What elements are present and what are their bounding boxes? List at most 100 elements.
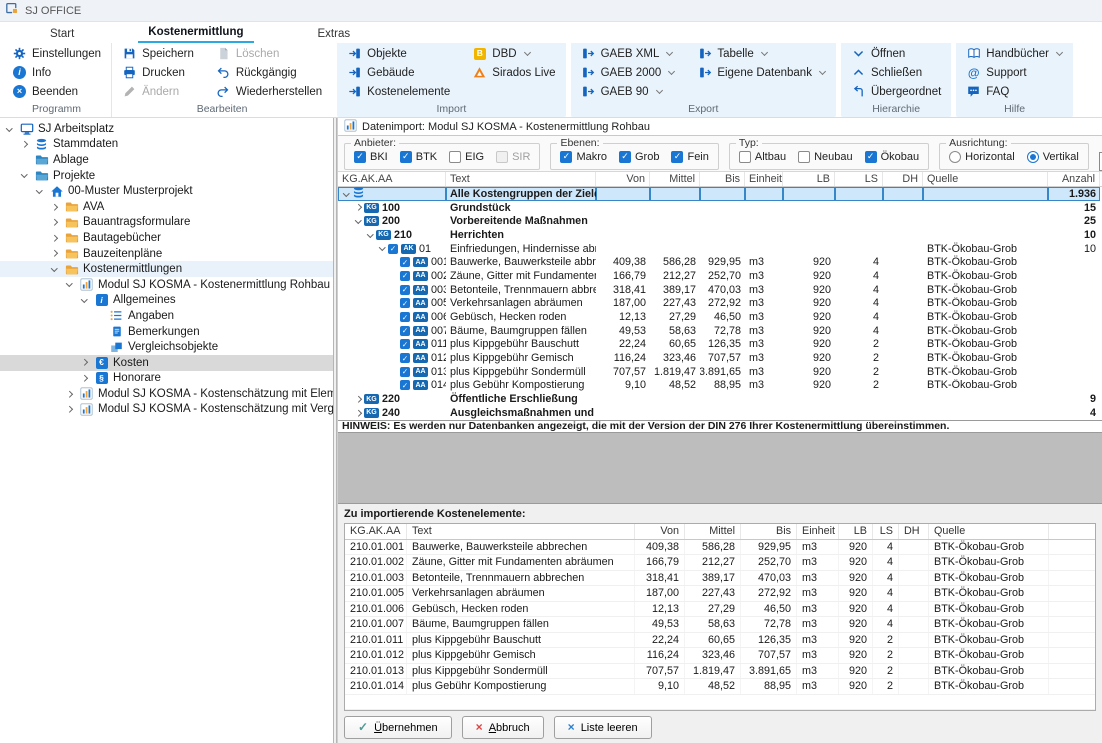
chevron-right-icon[interactable]	[49, 236, 60, 241]
import-table-row[interactable]: 210.01.002Zäune, Gitter mit Fundamenten …	[345, 555, 1095, 571]
ribbon-item-tabelle[interactable]: Tabelle	[691, 44, 832, 63]
column-header-von[interactable]: Von	[635, 524, 685, 539]
ribbon-item-eigene-datenbank[interactable]: Eigene Datenbank	[691, 63, 832, 82]
row-checkbox[interactable]	[400, 271, 410, 281]
table-row[interactable]: AA005Verkehrsanlagen abräumen187,00227,4…	[338, 297, 1102, 311]
checkbox-grob[interactable]: Grob	[619, 151, 659, 163]
ribbon-item-schlie-en[interactable]: Schließen	[845, 63, 947, 82]
tab-kostenermittlung[interactable]: Kostenermittlung	[138, 24, 253, 43]
row-checkbox[interactable]	[400, 312, 410, 322]
column-header-bis[interactable]: Bis	[700, 172, 745, 186]
chevron-right-icon[interactable]	[49, 205, 60, 210]
ribbon-item-support[interactable]: @Support	[960, 63, 1069, 82]
column-header-lb[interactable]: LB	[839, 524, 873, 539]
checkbox-btk[interactable]: BTK	[400, 151, 437, 163]
radio-button[interactable]	[949, 151, 961, 163]
chevron-right-icon[interactable]	[19, 142, 30, 147]
import-table-row[interactable]: 210.01.003Betonteile, Trennmauern abbrec…	[345, 571, 1095, 587]
checkbox-neubau[interactable]: Neubau	[798, 151, 853, 163]
table-row[interactable]: KG240Ausgleichsmaßnahmen und -abgaben4	[338, 406, 1102, 420]
table-row[interactable]: AA003Betonteile, Trennmauern abbrechen31…	[338, 283, 1102, 297]
checkbox-box[interactable]	[865, 151, 877, 163]
column-header-text[interactable]: Text	[446, 172, 596, 186]
table-row[interactable]: KG100Grundstück15	[338, 201, 1102, 215]
ribbon-item-kostenelemente[interactable]: Kostenelemente	[341, 82, 456, 101]
column-header-lb[interactable]: LB	[783, 172, 835, 186]
import-table-row[interactable]: 210.01.011plus Kippgebühr Bauschutt22,24…	[345, 633, 1095, 649]
tree-item-00-muster-musterprojekt[interactable]: 00-Muster Musterprojekt	[0, 183, 333, 199]
radio-button[interactable]	[1027, 151, 1039, 163]
ribbon-item-handb-cher[interactable]: Handbücher	[960, 44, 1069, 63]
tree-item-allgemeines[interactable]: iAllgemeines	[0, 293, 333, 309]
ribbon-item-sirados-live[interactable]: Sirados Live	[466, 63, 561, 82]
row-checkbox[interactable]	[400, 339, 410, 349]
ribbon-item-beenden[interactable]: ×Beenden	[6, 82, 107, 101]
table-row[interactable]: AA013plus Kippgebühr Sondermüll707,571.8…	[338, 365, 1102, 379]
tree-item-projekte[interactable]: Projekte	[0, 168, 333, 184]
tree-item-modul-sj-kosma-kostensch-tzung-mit-elementen[interactable]: Modul SJ KOSMA - Kostenschätzung mit Ele…	[0, 386, 333, 402]
import-table-row[interactable]: 210.01.001Bauwerke, Bauwerksteile abbrec…	[345, 540, 1095, 556]
column-header-mittel[interactable]: Mittel	[685, 524, 741, 539]
tab-start[interactable]: Start	[40, 26, 84, 43]
ribbon-item-wiederherstellen[interactable]: Wiederherstellen	[210, 82, 328, 101]
ribbon-item-drucken[interactable]: Drucken	[116, 63, 200, 82]
ribbon-item-gaeb-2000[interactable]: GAEB 2000	[575, 63, 682, 82]
table-row[interactable]: KG200Vorbereitende Maßnahmen25	[338, 214, 1102, 228]
ribbon-item-bergeordnet[interactable]: Übergeordnet	[845, 82, 947, 101]
column-header-anzahl[interactable]: Anzahl	[1048, 172, 1100, 186]
table-row[interactable]: KG220Öffentliche Erschließung9	[338, 392, 1102, 406]
ribbon-item-r-ckg-ngig[interactable]: Rückgängig	[210, 63, 328, 82]
column-header-von[interactable]: Von	[596, 172, 650, 186]
ribbon-item-objekte[interactable]: Objekte	[341, 44, 456, 63]
row-checkbox[interactable]	[400, 257, 410, 267]
checkbox-bki[interactable]: BKI	[354, 151, 388, 163]
chevron-down-icon[interactable]	[4, 128, 15, 131]
import-table-row[interactable]: 210.01.012plus Kippgebühr Gemisch116,243…	[345, 648, 1095, 664]
row-checkbox[interactable]	[400, 380, 410, 390]
import-table-row[interactable]: 210.01.005Verkehrsanlagen abräumen187,00…	[345, 586, 1095, 602]
checkbox-box[interactable]	[739, 151, 751, 163]
tree-item-sj-arbeitsplatz[interactable]: SJ Arbeitsplatz	[0, 121, 333, 137]
checkbox-box[interactable]	[400, 151, 412, 163]
column-header-einheit[interactable]: Einheit	[745, 172, 783, 186]
chevron-down-icon[interactable]	[79, 299, 90, 302]
ribbon-item-info[interactable]: iInfo	[6, 63, 107, 82]
column-header-text[interactable]: Text	[407, 524, 635, 539]
column-header-kg-ak-aa[interactable]: KG.AK.AA	[338, 172, 446, 186]
tree-item-kosten[interactable]: €Kosten	[0, 355, 333, 371]
table-row[interactable]: AK01Einfriedungen, Hindernisse abräumenB…	[338, 242, 1102, 256]
column-header-quelle[interactable]: Quelle	[923, 172, 1048, 186]
ribbon-item-dbd[interactable]: BDBD	[466, 44, 561, 63]
chevron-right-icon[interactable]	[49, 251, 60, 256]
checkbox-fein[interactable]: Fein	[671, 151, 708, 163]
chevron-down-icon[interactable]	[49, 268, 60, 271]
chevron-down-icon[interactable]	[353, 220, 364, 223]
row-checkbox[interactable]	[400, 285, 410, 295]
table-row[interactable]: AA011plus Kippgebühr Bauschutt22,2460,65…	[338, 338, 1102, 352]
tree-item-angaben[interactable]: Angaben	[0, 308, 333, 324]
tab-extras[interactable]: Extras	[308, 26, 361, 43]
import-table-row[interactable]: 210.01.013plus Kippgebühr Sondermüll707,…	[345, 664, 1095, 680]
tree-item-bemerkungen[interactable]: Bemerkungen	[0, 324, 333, 340]
tree-item-vergleichsobjekte[interactable]: Vergleichsobjekte	[0, 339, 333, 355]
checkbox-box[interactable]	[560, 151, 572, 163]
chevron-down-icon[interactable]	[365, 234, 376, 237]
column-header-quelle[interactable]: Quelle	[929, 524, 1049, 539]
chevron-right-icon[interactable]	[49, 220, 60, 225]
tree-item-bauzeitenpl-ne[interactable]: Bauzeitenpläne	[0, 246, 333, 262]
chevron-down-icon[interactable]	[64, 283, 75, 286]
table-row[interactable]: AA006Gebüsch, Hecken roden12,1327,2946,5…	[338, 310, 1102, 324]
tree-item-modul-sj-kosma-kostensch-tzung-mit-vergleichsobjekte[interactable]: Modul SJ KOSMA - Kostenschätzung mit Ver…	[0, 402, 333, 418]
tree-item-ava[interactable]: AVA	[0, 199, 333, 215]
ribbon-item-gaeb-xml[interactable]: GAEB XML	[575, 44, 682, 63]
chevron-right-icon[interactable]	[79, 360, 90, 365]
radio-vertikal[interactable]: Vertikal	[1027, 151, 1079, 163]
import-table-row[interactable]: 210.01.006Gebüsch, Hecken roden12,1327,2…	[345, 602, 1095, 618]
radio-horizontal[interactable]: Horizontal	[949, 151, 1015, 163]
column-header-kg-ak-aa[interactable]: KG.AK.AA	[345, 524, 407, 539]
checkbox-kobau[interactable]: Ökobau	[865, 151, 920, 163]
liste-leeren-button[interactable]: ×Liste leeren	[554, 716, 652, 739]
table-row[interactable]: KG210Herrichten10	[338, 228, 1102, 242]
column-header-ls[interactable]: LS	[835, 172, 883, 186]
checkbox-box[interactable]	[798, 151, 810, 163]
